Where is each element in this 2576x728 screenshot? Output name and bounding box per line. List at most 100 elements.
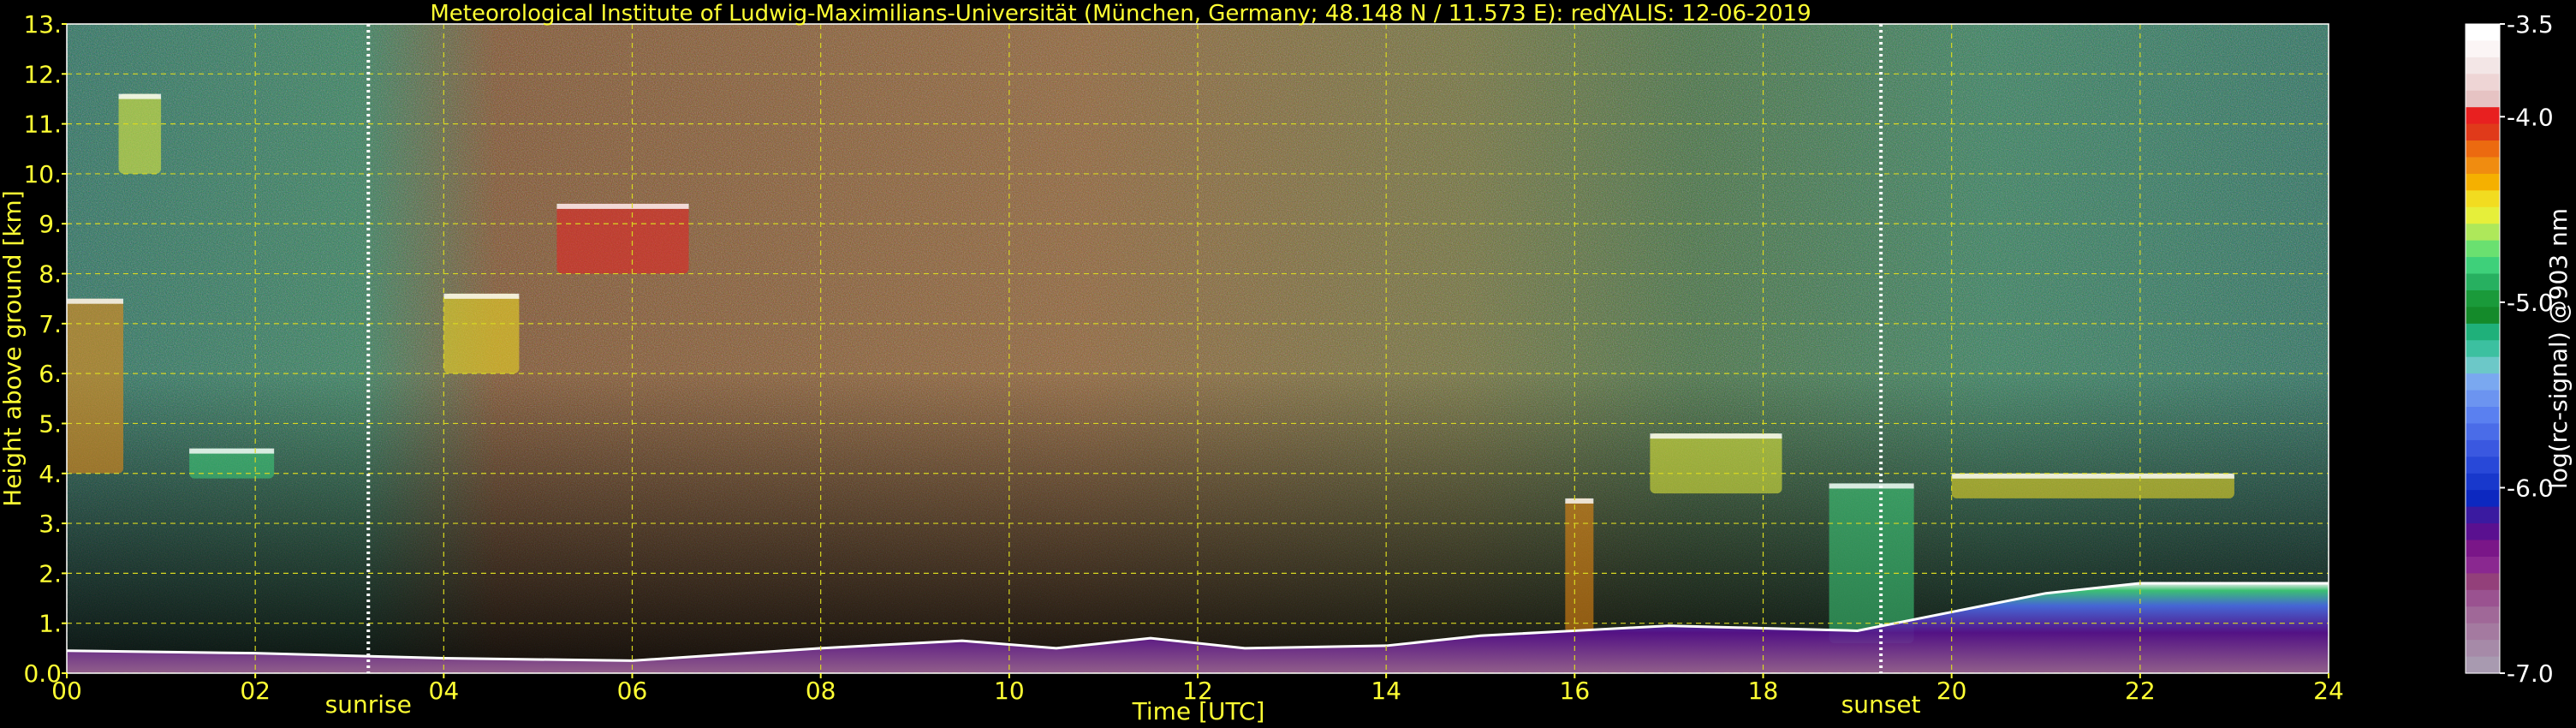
- cloud-core: [1650, 433, 1782, 494]
- colorbar-tick-label: -7.0: [2507, 659, 2554, 688]
- y-tick-label: 3.: [39, 510, 62, 538]
- colorbar-swatch: [2466, 190, 2500, 208]
- colorbar-swatch: [2466, 407, 2500, 425]
- colorbar-swatch: [2466, 623, 2500, 641]
- cloud-top: [118, 93, 162, 99]
- colorbar-swatch: [2466, 323, 2500, 341]
- x-tick-label: 06: [617, 677, 648, 705]
- cloud-core: [1829, 483, 1914, 644]
- colorbar-swatch: [2466, 490, 2500, 508]
- colorbar-swatch: [2466, 656, 2500, 674]
- colorbar-swatch: [2466, 240, 2500, 258]
- colorbar-swatch: [2466, 373, 2500, 391]
- y-axis-ticks: 0.0 1. 2. 3. 4. 5. 6. 7. 8. 9. 10. 11. 12. 13.: [23, 10, 67, 688]
- colorbar-swatch: [2466, 24, 2500, 42]
- colorbar: [2465, 23, 2501, 674]
- colorbar-swatch: [2466, 606, 2500, 624]
- y-tick-label: 6.: [39, 360, 62, 388]
- cloud-top: [1565, 498, 1594, 504]
- colorbar-swatch: [2466, 90, 2500, 108]
- colorbar-swatch: [2466, 40, 2500, 58]
- x-tick-label: 04: [429, 677, 460, 705]
- x-tick-label: 18: [1748, 677, 1779, 705]
- cloud-patch: [556, 203, 689, 274]
- colorbar-swatch: [2466, 74, 2500, 92]
- colorbar-swatch: [2466, 307, 2500, 325]
- cloud-patch: [1650, 433, 1782, 494]
- colorbar-swatch: [2466, 506, 2500, 524]
- sun-marker-label: sunrise: [325, 690, 412, 719]
- x-tick-label: 20: [1936, 677, 1967, 705]
- x-tick-label: 08: [806, 677, 836, 705]
- x-tick-label: 02: [240, 677, 271, 705]
- colorbar-swatch: [2466, 206, 2500, 224]
- colorbar-swatch: [2466, 473, 2500, 491]
- colorbar-swatch: [2466, 456, 2500, 474]
- colorbar-label: log(rc-signal) @903 nm: [2544, 208, 2573, 489]
- colorbar-swatch: [2466, 523, 2500, 541]
- chart-svg: 00 02 04 06 08 10 12 14 16 18 20 22 24 0.01.2.3.4.5.…: [0, 1, 2573, 725]
- colorbar-swatch: [2466, 340, 2500, 358]
- cloud-patch: [1951, 473, 2234, 498]
- x-axis-label: Time [UTC]: [1132, 697, 1265, 725]
- y-tick-label: 5.: [39, 409, 62, 438]
- sun-marker-labels: sunrise sunset: [325, 690, 1921, 719]
- cloud-core: [556, 203, 689, 274]
- cloud-patch: [67, 298, 124, 474]
- cloud-top: [556, 203, 689, 209]
- colorbar-swatch: [2466, 589, 2500, 607]
- cloud-patch: [1829, 483, 1914, 644]
- y-tick-label: 4.: [39, 460, 62, 488]
- colorbar-swatch: [2466, 439, 2500, 457]
- colorbar-tick-label: -4.0: [2507, 103, 2554, 131]
- colorbar-swatch: [2466, 157, 2500, 175]
- y-tick-label: 1.: [39, 610, 62, 638]
- y-tick-label: 7.: [39, 310, 62, 338]
- cloud-patch: [118, 93, 162, 174]
- cloud-patch: [1565, 498, 1594, 634]
- colorbar-swatch: [2466, 540, 2500, 558]
- colorbar-tick-label: -3.5: [2507, 10, 2554, 39]
- y-tick-label: 9.: [39, 210, 62, 238]
- y-tick-label: 10.: [23, 160, 62, 188]
- y-tick-label: 0.0: [23, 659, 62, 688]
- cloud-top: [443, 293, 520, 299]
- colorbar-swatch: [2466, 273, 2500, 291]
- colorbar-swatch: [2466, 107, 2500, 125]
- colorbar-swatch: [2466, 556, 2500, 574]
- cloud-top: [189, 448, 275, 454]
- plot-area: [67, 24, 2329, 673]
- colorbar-swatch: [2466, 224, 2500, 242]
- colorbar-swatch: [2466, 390, 2500, 408]
- y-tick-label: 11.: [23, 110, 62, 139]
- cloud-core: [1565, 498, 1594, 634]
- colorbar-swatch: [2466, 289, 2500, 308]
- x-tick-label: 14: [1371, 677, 1401, 705]
- x-tick-label: 10: [994, 677, 1025, 705]
- lidar-chart: 00 02 04 06 08 10 12 14 16 18 20 22 24 0.0 1. 2. 3. 4. 5.…: [0, 0, 2576, 728]
- cloud-top: [67, 298, 124, 304]
- cloud-core: [443, 293, 520, 374]
- cloud-core: [67, 298, 124, 474]
- x-tick-label: 24: [2313, 677, 2344, 705]
- y-tick-label: 13.: [23, 10, 62, 39]
- colorbar-swatch: [2466, 423, 2500, 441]
- y-tick-label: 8.: [39, 260, 62, 289]
- colorbar-swatch: [2466, 57, 2500, 75]
- cloud-patch: [443, 293, 520, 374]
- colorbar-swatch: [2466, 123, 2500, 141]
- colorbar-swatch: [2466, 173, 2500, 191]
- cloud-top: [1951, 473, 2234, 479]
- chart-title: Meteorological Institute of Ludwig-Maxim…: [430, 1, 1811, 27]
- sun-marker-label: sunset: [1841, 690, 1921, 719]
- y-tick-label: 12.: [23, 60, 62, 88]
- y-axis-label: Height above ground [km]: [0, 190, 27, 507]
- x-tick-label: 22: [2125, 677, 2156, 705]
- cloud-core: [118, 93, 162, 174]
- colorbar-swatch: [2466, 573, 2500, 591]
- y-tick-label: 2.: [39, 559, 62, 588]
- colorbar-swatch: [2466, 257, 2500, 275]
- colorbar-swatch: [2466, 640, 2500, 658]
- cloud-top: [1650, 433, 1782, 439]
- colorbar-swatch: [2466, 140, 2500, 158]
